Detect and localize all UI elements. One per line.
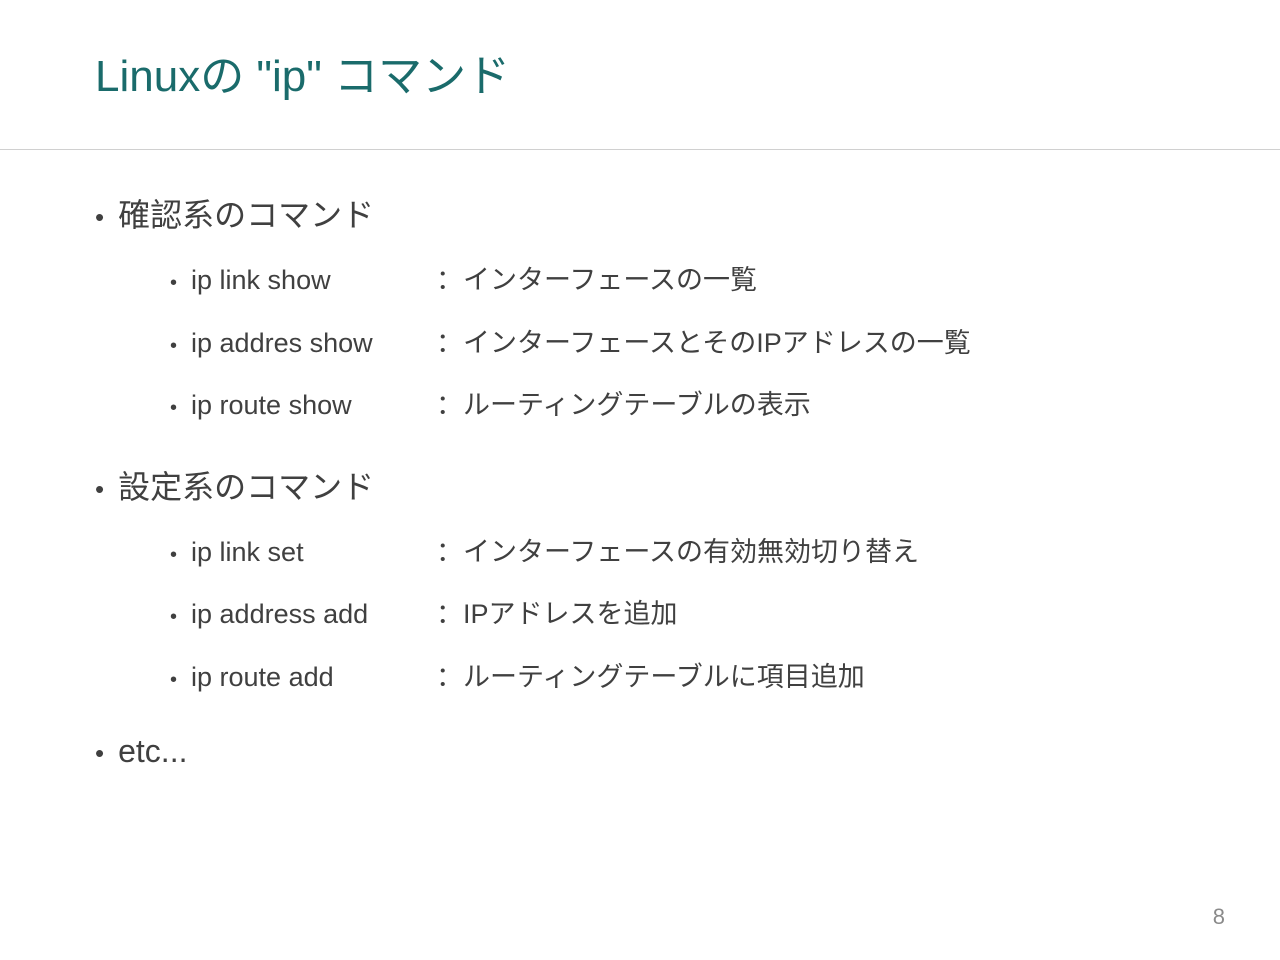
bullet-icon: • [170,665,177,695]
description-text: ：ルーティングテーブルの表示 [436,385,811,426]
list-item: • ip link show ：インターフェースの一覧 [170,260,1280,301]
description-text: ：ルーティングテーブルに項目追加 [436,657,865,698]
command-text: ip address add [191,594,436,635]
description-text: ：IPアドレスを追加 [436,594,678,635]
slide-container: Linuxの "ip" コマンド • 確認系のコマンド • ip link sh… [0,0,1280,960]
list-item: • ip route add ：ルーティングテーブルに項目追加 [170,657,1280,698]
etc-line: • etc... [95,733,1280,770]
bullet-icon: • [170,268,177,298]
sub-list-config: • ip link set ：インターフェースの有効無効切り替え • ip ad… [95,532,1280,698]
section-header-config: • 設定系のコマンド [95,462,1280,508]
bullet-icon: • [95,738,104,769]
section-header-confirm: • 確認系のコマンド [95,190,1280,236]
list-item: • ip address add ：IPアドレスを追加 [170,594,1280,635]
section-header-text: 確認系のコマンド [118,190,374,236]
bullet-icon: • [170,602,177,632]
list-item: • ip link set ：インターフェースの有効無効切り替え [170,532,1280,573]
command-text: ip route show [191,385,436,426]
command-text: ip link show [191,260,436,301]
page-number: 8 [1213,904,1225,930]
list-item: • ip route show ：ルーティングテーブルの表示 [170,385,1280,426]
list-item: • ip addres show ：インターフェースとそのIPアドレスの一覧 [170,323,1280,364]
bullet-icon: • [170,393,177,423]
description-text: ：インターフェースとそのIPアドレスの一覧 [436,323,971,364]
bullet-icon: • [95,202,104,233]
bullet-icon: • [95,474,104,505]
section-header-text: 設定系のコマンド [118,462,374,508]
sub-list-confirm: • ip link show ：インターフェースの一覧 • ip addres … [95,260,1280,426]
slide-content: • 確認系のコマンド • ip link show ：インターフェースの一覧 •… [0,190,1280,770]
title-divider [0,149,1280,150]
command-text: ip link set [191,532,436,573]
command-text: ip route add [191,657,436,698]
description-text: ：インターフェースの一覧 [436,260,757,301]
etc-text: etc... [118,733,187,770]
command-text: ip addres show [191,323,436,364]
slide-title: Linuxの "ip" コマンド [0,40,1280,149]
bullet-icon: • [170,540,177,570]
bullet-icon: • [170,331,177,361]
description-text: ：インターフェースの有効無効切り替え [436,532,919,573]
